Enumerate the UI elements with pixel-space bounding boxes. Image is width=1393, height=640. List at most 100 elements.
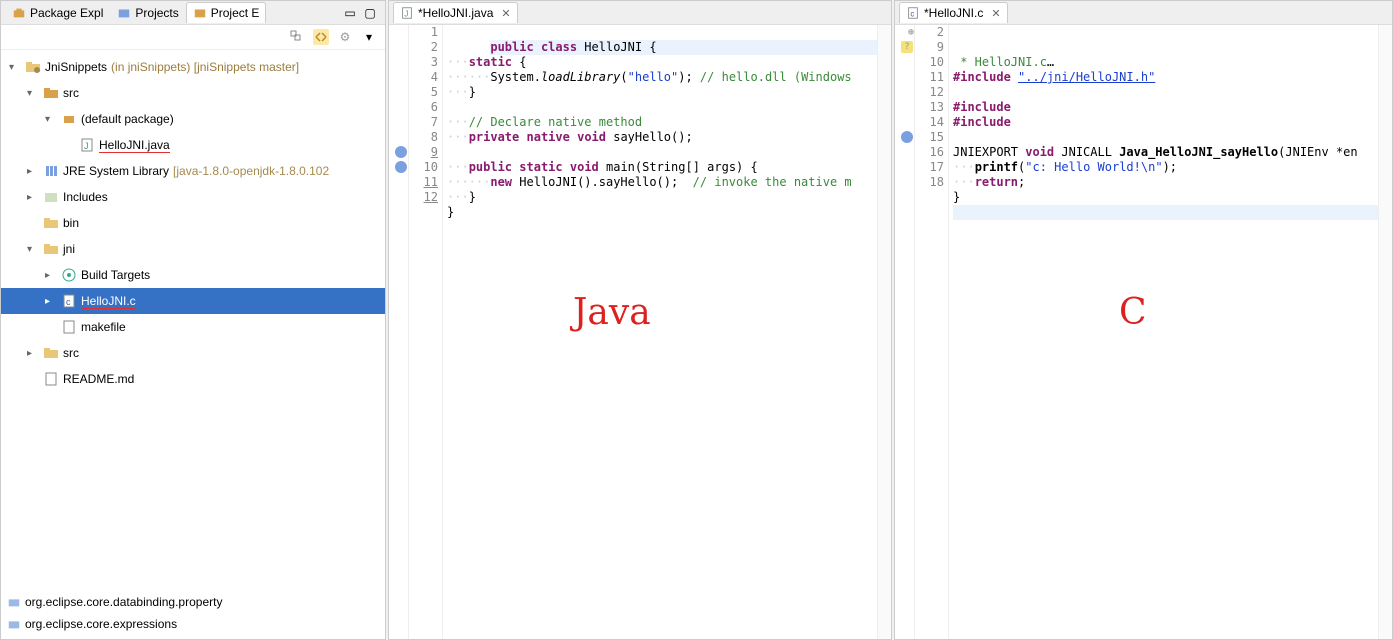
code-line[interactable]: * HelloJNI.c… bbox=[953, 55, 1378, 70]
bundle-icon bbox=[7, 617, 21, 631]
tree-root[interactable]: ▾JniSnippets (in jniSnippets) [jniSnippe… bbox=[1, 54, 385, 80]
tree-item-includes[interactable]: ▸Includes bbox=[1, 184, 385, 210]
explorer-tab-bar: Package Expl Projects Project E ▭ ▢ bbox=[1, 1, 385, 25]
tab-window-controls: ▭ ▢ bbox=[343, 6, 381, 20]
maximize-icon[interactable]: ▢ bbox=[363, 6, 377, 20]
code-line[interactable]: #include "../jni/HelloJNI.h" bbox=[953, 70, 1378, 85]
code-area[interactable]: public class HelloJNI {···static {······… bbox=[443, 25, 877, 639]
tab-projects[interactable]: Projects bbox=[110, 2, 185, 23]
code-line[interactable] bbox=[953, 130, 1378, 145]
tree-item-src[interactable]: ▸src bbox=[1, 340, 385, 366]
project-icon bbox=[117, 6, 131, 20]
tree-item-hellojni-java[interactable]: JHelloJNI.java bbox=[1, 132, 385, 158]
folder-icon bbox=[43, 241, 59, 257]
code-line[interactable]: ···private native void sayHello(); bbox=[447, 130, 877, 145]
code-line[interactable]: #include bbox=[953, 100, 1378, 115]
tree-item-src[interactable]: ▾src bbox=[1, 80, 385, 106]
code-line[interactable] bbox=[953, 85, 1378, 100]
tree-item-jni[interactable]: ▾jni bbox=[1, 236, 385, 262]
code-line[interactable]: JNIEXPORT void JNICALL Java_HelloJNI_say… bbox=[953, 145, 1378, 160]
code-line[interactable]: ···printf("c: Hello World!\n"); bbox=[953, 160, 1378, 175]
tree-item-build-targets[interactable]: ▸Build Targets bbox=[1, 262, 385, 288]
tree-item-hellojni-c[interactable]: ▸cHelloJNI.c bbox=[1, 288, 385, 314]
code-line[interactable]: ······System.loadLibrary("hello"); // he… bbox=[447, 70, 877, 85]
folder-icon bbox=[43, 345, 59, 361]
marker-ruler bbox=[895, 25, 915, 639]
editor-c: c *HelloJNI.c ✕ ⊕2?9101112131415161718 *… bbox=[894, 0, 1393, 640]
annotation-java: Java bbox=[573, 305, 651, 320]
tab-project-explorer[interactable]: Project E bbox=[186, 2, 267, 23]
fold-marker[interactable]: ⊕ bbox=[905, 26, 917, 38]
status-list: org.eclipse.core.databinding.property or… bbox=[1, 587, 385, 639]
status-item[interactable]: org.eclipse.core.expressions bbox=[7, 613, 379, 635]
code-line[interactable] bbox=[447, 100, 877, 115]
code-line[interactable]: ···// Declare native method bbox=[447, 115, 877, 130]
filter-icon[interactable]: ⚙ bbox=[337, 29, 353, 45]
c-file-icon: c bbox=[906, 6, 920, 20]
package-icon bbox=[61, 111, 77, 127]
close-icon[interactable]: ✕ bbox=[501, 7, 510, 20]
minimize-icon[interactable]: ▭ bbox=[343, 6, 357, 20]
code-line[interactable] bbox=[447, 145, 877, 160]
info-marker[interactable] bbox=[901, 131, 913, 143]
overview-ruler[interactable] bbox=[1378, 25, 1392, 639]
tab-hellojni-java[interactable]: J *HelloJNI.java ✕ bbox=[393, 2, 518, 23]
tab-label: Package Expl bbox=[30, 6, 103, 20]
package-explorer: Package Expl Projects Project E ▭ ▢ ⚙ ▾ bbox=[0, 0, 386, 640]
code-line[interactable]: ···} bbox=[447, 85, 877, 100]
code-line[interactable]: ···} bbox=[447, 190, 877, 205]
tree-item-makefile[interactable]: makefile bbox=[1, 314, 385, 340]
svg-text:c: c bbox=[66, 297, 71, 307]
package-icon bbox=[12, 6, 26, 20]
svg-text:c: c bbox=[910, 10, 914, 19]
code-line[interactable] bbox=[953, 205, 1378, 220]
c-file-icon: c bbox=[61, 293, 77, 309]
tab-hellojni-c[interactable]: c *HelloJNI.c ✕ bbox=[899, 2, 1008, 23]
tab-label: Projects bbox=[135, 6, 178, 20]
close-icon[interactable]: ✕ bbox=[991, 7, 1000, 20]
tab-label: Project E bbox=[211, 6, 260, 20]
line-gutter[interactable]: 123456789101112 bbox=[409, 25, 443, 639]
tree-item-readme-md[interactable]: README.md bbox=[1, 366, 385, 392]
code-line[interactable]: ······new HelloJNI().sayHello(); // invo… bbox=[447, 175, 877, 190]
project-e-icon bbox=[193, 6, 207, 20]
marker-ruler bbox=[389, 25, 409, 639]
editor-java: J *HelloJNI.java ✕ 123456789101112 publi… bbox=[388, 0, 892, 640]
view-menu-icon[interactable]: ▾ bbox=[361, 29, 377, 45]
tree-item-bin[interactable]: bin bbox=[1, 210, 385, 236]
code-line[interactable]: #include bbox=[953, 115, 1378, 130]
code-area[interactable]: * HelloJNI.c…#include "../jni/HelloJNI.h… bbox=[949, 25, 1378, 639]
bundle-icon bbox=[7, 595, 21, 609]
editor-tab-bar: c *HelloJNI.c ✕ bbox=[895, 1, 1392, 25]
file-make-icon bbox=[61, 319, 77, 335]
tab-package-explorer[interactable]: Package Expl bbox=[5, 2, 110, 23]
info-marker[interactable] bbox=[395, 161, 407, 173]
code-line[interactable]: } bbox=[953, 190, 1378, 205]
tree-item--default-package-[interactable]: ▾(default package) bbox=[1, 106, 385, 132]
explorer-toolbar: ⚙ ▾ bbox=[1, 25, 385, 50]
status-item[interactable]: org.eclipse.core.databinding.property bbox=[7, 591, 379, 613]
info-marker[interactable] bbox=[395, 146, 407, 158]
tree-item-jre-system-library[interactable]: ▸JRE System Library [java-1.8.0-openjdk-… bbox=[1, 158, 385, 184]
editor-body[interactable]: ⊕2?9101112131415161718 * HelloJNI.c…#inc… bbox=[895, 25, 1392, 639]
project-icon bbox=[25, 59, 41, 75]
tab-title: *HelloJNI.c bbox=[924, 6, 983, 20]
project-tree[interactable]: ▾JniSnippets (in jniSnippets) [jniSnippe… bbox=[1, 50, 385, 587]
code-line[interactable]: ···static { bbox=[447, 55, 877, 70]
targets-icon bbox=[61, 267, 77, 283]
warning-marker[interactable]: ? bbox=[901, 41, 913, 53]
code-line[interactable]: ···return; bbox=[953, 175, 1378, 190]
collapse-all-icon[interactable] bbox=[289, 29, 305, 45]
overview-ruler[interactable] bbox=[877, 25, 891, 639]
line-gutter[interactable]: ⊕2?9101112131415161718 bbox=[915, 25, 949, 639]
editor-body[interactable]: 123456789101112 public class HelloJNI {·… bbox=[389, 25, 891, 639]
includes-icon bbox=[43, 189, 59, 205]
library-icon bbox=[43, 163, 59, 179]
link-editor-icon[interactable] bbox=[313, 29, 329, 45]
svg-text:J: J bbox=[84, 141, 89, 151]
pkg-folder-icon bbox=[43, 85, 59, 101]
code-line[interactable]: ···public static void main(String[] args… bbox=[447, 160, 877, 175]
file-md-icon bbox=[43, 371, 59, 387]
code-line[interactable]: } bbox=[447, 205, 877, 220]
code-line[interactable]: public class HelloJNI { bbox=[490, 40, 877, 55]
